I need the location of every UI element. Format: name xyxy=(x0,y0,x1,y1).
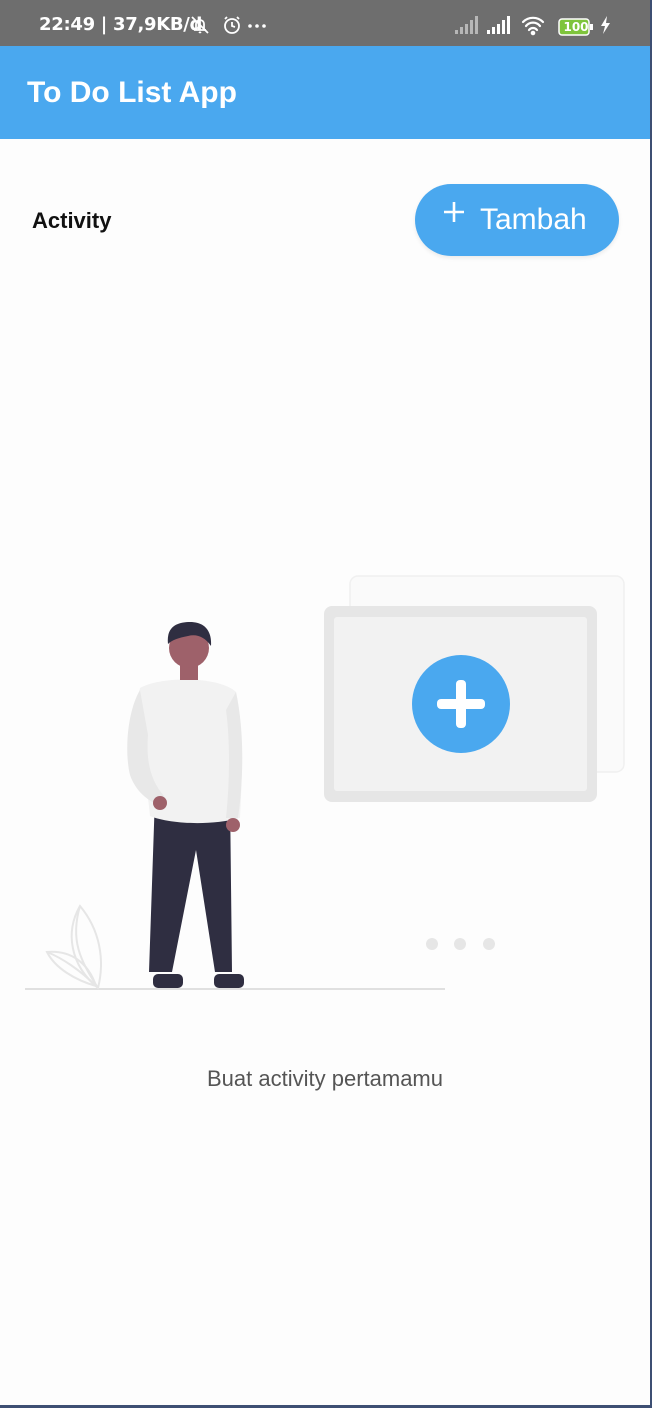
illustration-plant xyxy=(45,904,102,990)
activity-heading: Activity xyxy=(32,208,112,233)
add-activity-button[interactable]: Tambah xyxy=(415,184,619,256)
app-title: To Do List App xyxy=(27,76,237,109)
status-time-network: 22:49 | 37,9KB/d xyxy=(39,14,203,35)
status-right-icons xyxy=(455,16,610,36)
illustration-dots xyxy=(426,938,495,950)
battery-level: 100 xyxy=(563,20,589,34)
illustration-person xyxy=(127,622,244,988)
screen: 22:49 | 37,9KB/d 100 To Do List App Acti… xyxy=(0,0,652,1408)
empty-state-message: Buat activity pertamamu xyxy=(207,1066,443,1091)
add-button-label: Tambah xyxy=(480,203,587,236)
app-bar: To Do List App xyxy=(0,46,650,139)
alarm-icon xyxy=(224,16,240,34)
plus-icon xyxy=(444,202,464,222)
signal-icon xyxy=(455,16,478,34)
wifi-icon xyxy=(521,16,545,36)
more-dots-icon xyxy=(248,24,266,28)
status-left-icons xyxy=(191,16,266,34)
empty-state-illustration xyxy=(25,575,625,990)
status-bar: 22:49 | 37,9KB/d 100 xyxy=(0,0,650,46)
charging-icon xyxy=(601,16,610,34)
signal-icon xyxy=(487,16,510,34)
mute-icon xyxy=(191,16,209,34)
